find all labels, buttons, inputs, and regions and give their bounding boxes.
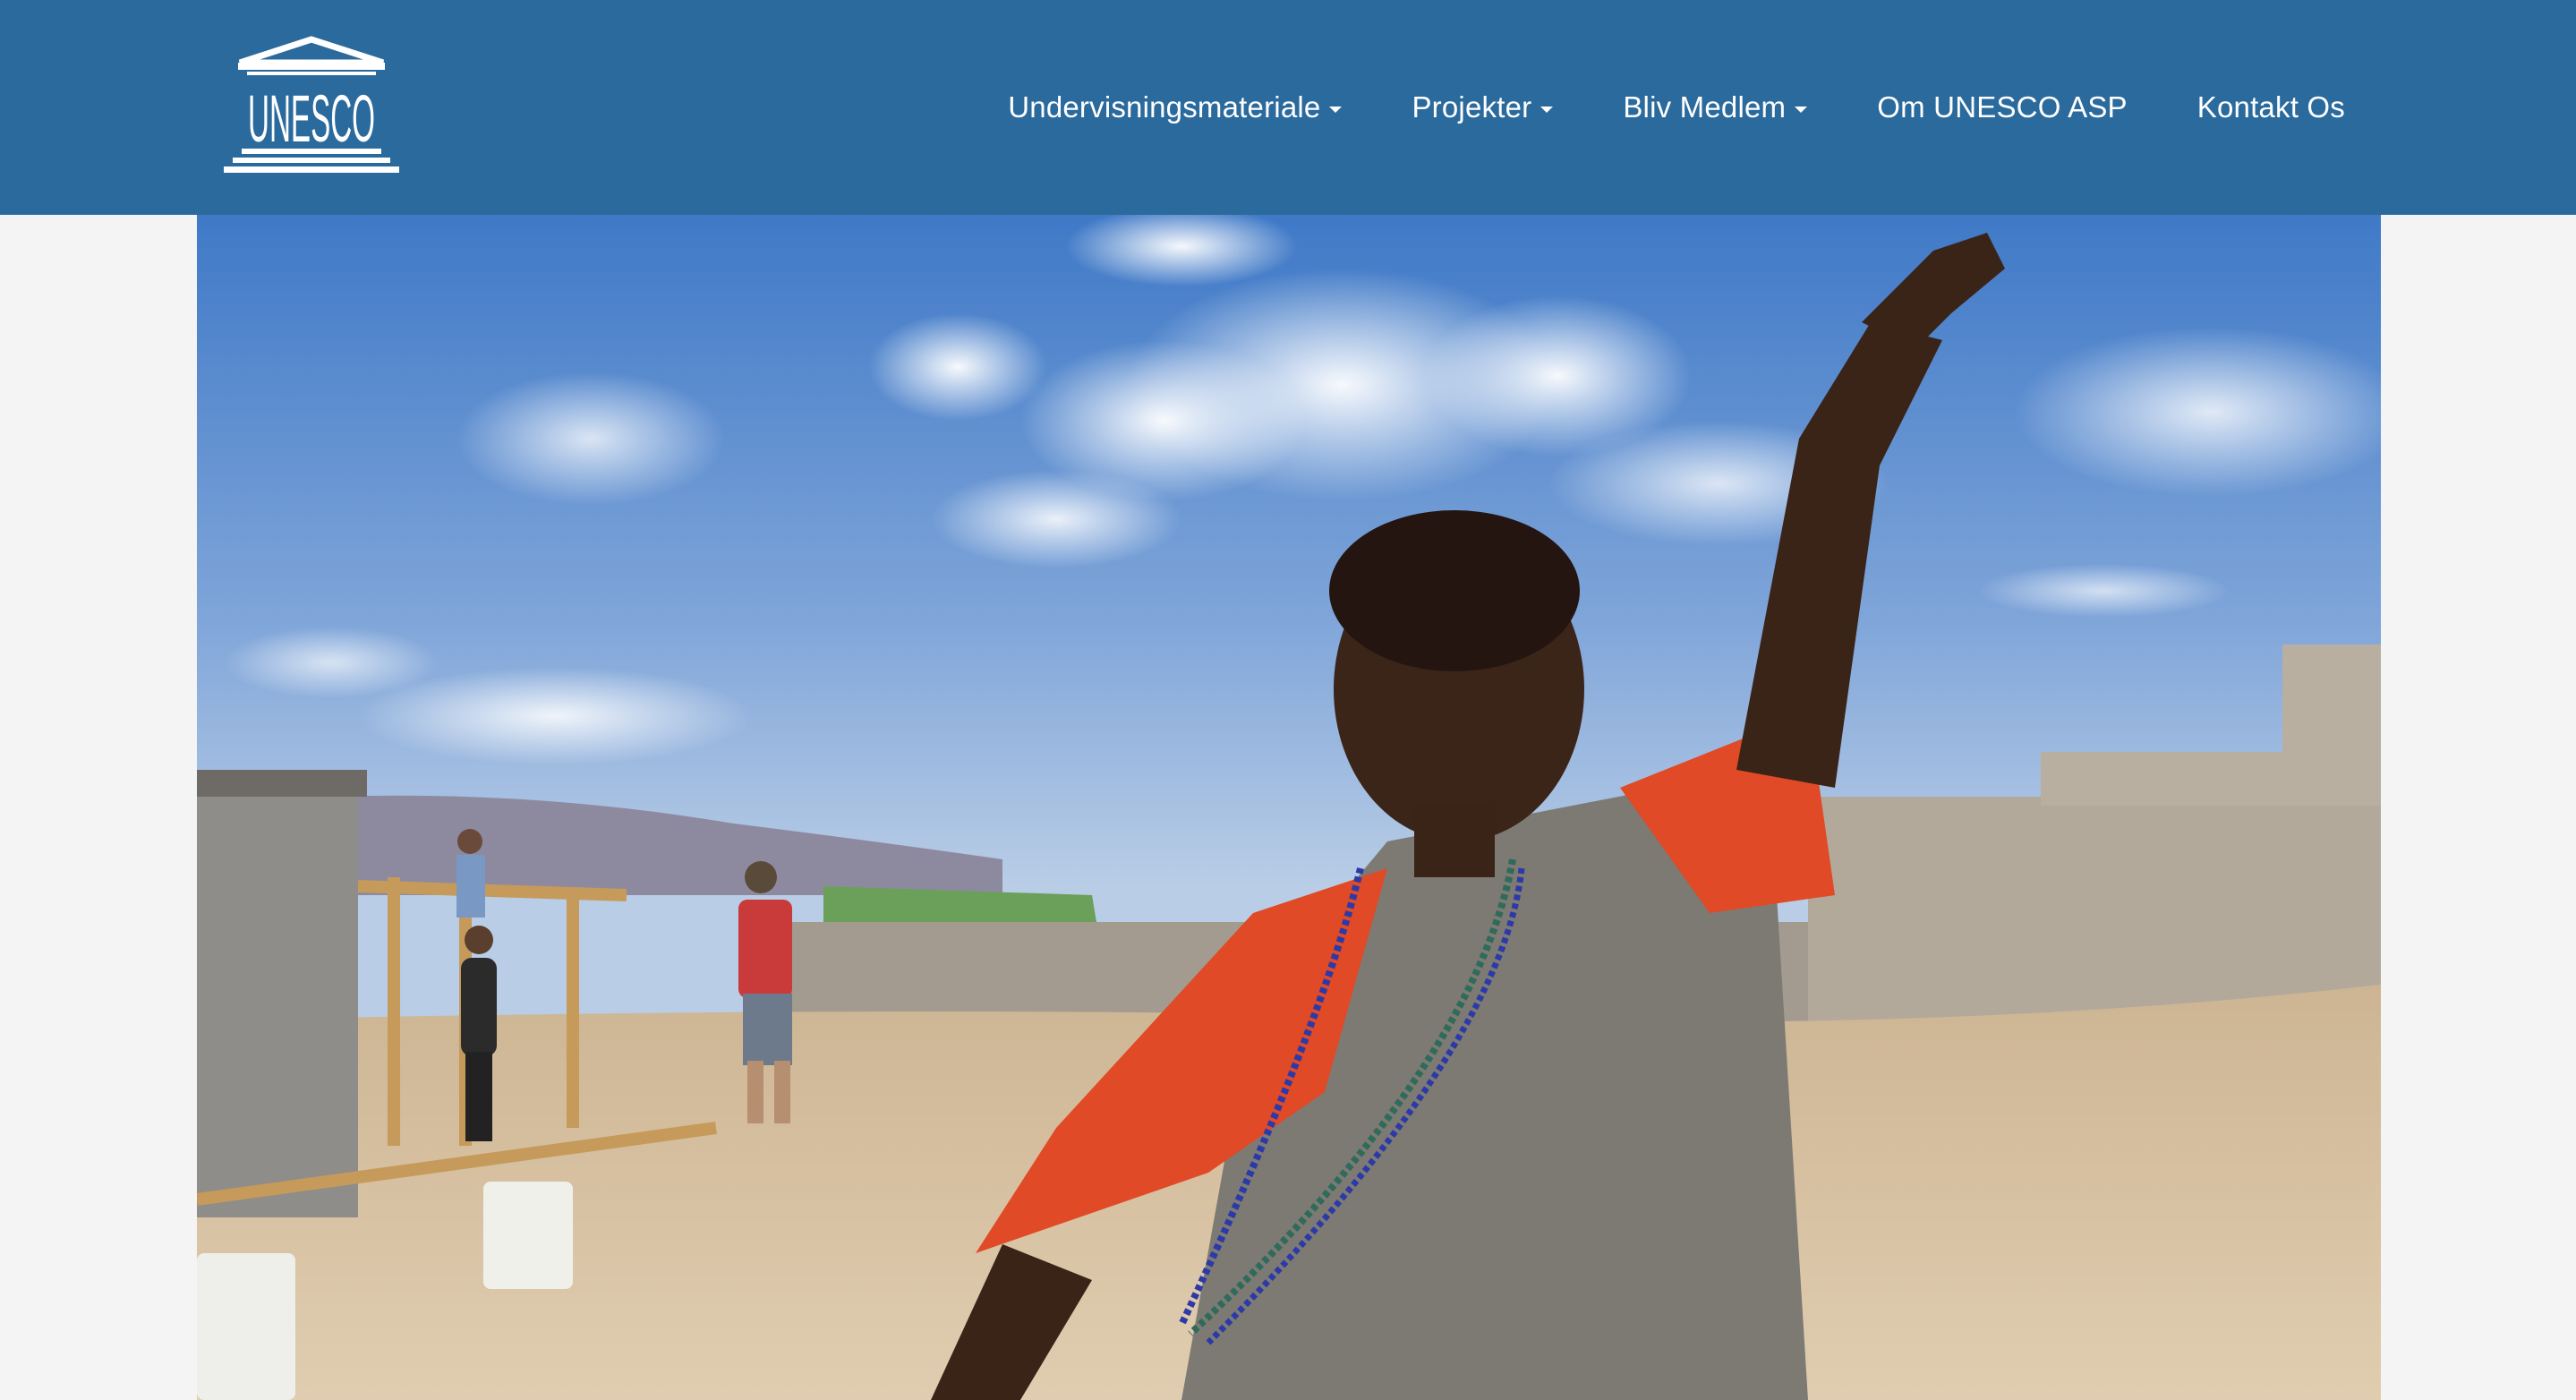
nav-item-bliv-medlem[interactable]: Bliv Medlem [1623, 90, 1808, 124]
hero-photo-icon [197, 215, 2381, 1400]
nav-item-label: Undervisningsmateriale [1008, 90, 1321, 124]
nav-item-kontakt-os[interactable]: Kontakt Os [2197, 90, 2345, 124]
caret-down-icon [1329, 106, 1343, 113]
logo-text: UNESCO [248, 81, 375, 156]
nav-item-label: Kontakt Os [2196, 90, 2345, 124]
nav-item-projekter[interactable]: Projekter [1412, 90, 1554, 124]
hero-image [197, 215, 2381, 1400]
caret-down-icon [1540, 106, 1554, 113]
caret-down-icon [1795, 106, 1808, 113]
main-nav: Undervisningsmateriale Projekter Bliv Me… [1008, 0, 2345, 215]
nav-item-om-unesco-asp[interactable]: Om UNESCO ASP [1877, 90, 2128, 124]
unesco-temple-logo-icon: UNESCO [224, 36, 399, 173]
unesco-logo[interactable]: UNESCO [222, 36, 401, 175]
site-header: UNESCO Undervisningsmateriale Projekter … [0, 0, 2576, 215]
nav-item-label: Om UNESCO ASP [1877, 90, 2128, 124]
nav-item-label: Projekter [1412, 90, 1532, 124]
nav-item-label: Bliv Medlem [1623, 90, 1787, 124]
nav-item-undervisningsmateriale[interactable]: Undervisningsmateriale [1008, 90, 1343, 124]
